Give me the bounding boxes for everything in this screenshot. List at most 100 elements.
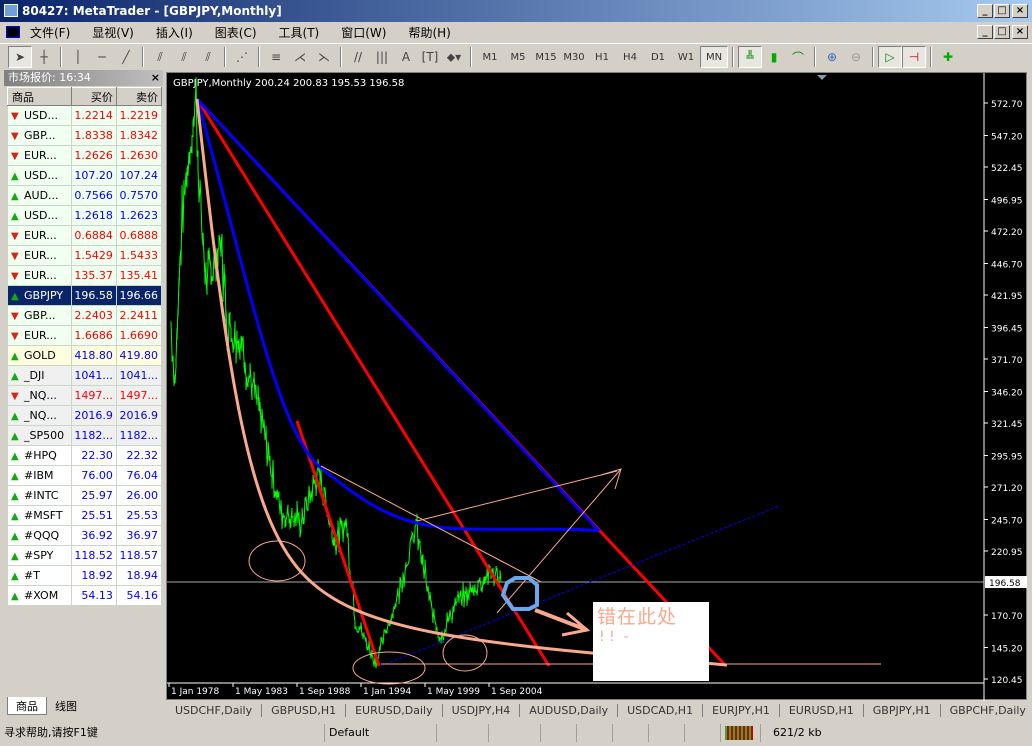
market-watch-row[interactable]: ▲ _DJI 1041... 1041... [7, 365, 163, 386]
market-watch-row[interactable]: ▼ EUR... 1.2626 1.2630 [7, 145, 163, 166]
circle-annotation-1[interactable] [248, 540, 306, 582]
market-watch-row[interactable]: ▲ _NQ... 2016.9 2016.9 [7, 405, 163, 426]
market-watch-row[interactable]: ▲ AUD... 0.7566 0.7570 [7, 185, 163, 206]
mdi-close-button[interactable]: × [1012, 25, 1028, 39]
timeframe-d1[interactable]: D1 [644, 52, 672, 63]
market-watch-row[interactable]: ▲ #QQQ 36.92 36.97 [7, 525, 163, 546]
minimize-button[interactable]: _ [977, 4, 993, 18]
chart-tab[interactable]: EURJPY,H1 [703, 704, 780, 717]
chart-tab[interactable]: GBPJPY,H1 [864, 704, 941, 717]
timeframe-h1[interactable]: H1 [588, 52, 616, 63]
market-watch-row[interactable]: ▲ USD... 107.20 107.24 [7, 165, 163, 186]
zoom-in-icon[interactable]: ⊕ [820, 46, 844, 68]
salmon-line[interactable] [320, 465, 542, 583]
salmon-line-2[interactable] [416, 470, 618, 522]
close-icon[interactable]: × [151, 70, 160, 86]
maximize-button[interactable]: □ [994, 4, 1010, 18]
crosshair-icon[interactable]: ┼ [32, 46, 56, 68]
fibo-arcs-icon[interactable]: ⋋ [312, 46, 336, 68]
red-trendline-1[interactable] [195, 98, 551, 667]
chart-window-icon[interactable] [6, 26, 20, 38]
user-drawings[interactable] [195, 97, 881, 685]
cycle-lines-icon[interactable]: // [346, 46, 370, 68]
stddev-channel-icon[interactable]: ⫽ [196, 46, 220, 68]
market-watch-row[interactable]: ▲ GOLD 418.80 419.80 [7, 345, 163, 366]
market-watch-row[interactable]: ▼ EUR... 135.37 135.41 [7, 265, 163, 286]
chart-tab[interactable]: AUDUSD,Daily [520, 704, 619, 717]
market-watch-row[interactable]: ▼ EUR... 1.5429 1.5433 [7, 245, 163, 266]
circle-annotation-3[interactable] [442, 634, 488, 672]
market-watch-row[interactable]: ▲ _SP500 1182... 1182... [7, 425, 163, 446]
mdi-minimize-button[interactable]: _ [977, 25, 993, 39]
menu-view[interactable]: 显视(V) [92, 24, 134, 41]
vertical-line-icon[interactable]: │ [66, 46, 90, 68]
market-watch-row[interactable]: ▲ #MSFT 25.51 25.53 [7, 505, 163, 526]
bar-chart-icon[interactable]: ╩ [738, 46, 762, 68]
candlestick-icon[interactable]: ▮ [762, 46, 786, 68]
chart-tab[interactable]: EURUSD,Daily [346, 704, 443, 717]
timeframe-m5[interactable]: M5 [504, 52, 532, 63]
salmon-arrow-line[interactable] [496, 468, 622, 614]
market-watch-row[interactable]: ▲ #HPQ 22.30 22.32 [7, 445, 163, 466]
menu-tools[interactable]: 工具(T) [279, 24, 320, 41]
text-tool-icon[interactable]: A [394, 46, 418, 68]
mdi-restore-button[interactable]: □ [994, 25, 1010, 39]
new-order-icon[interactable]: ✚ [936, 46, 960, 68]
market-watch-row[interactable]: ▼ USD... 1.2214 1.2219 [7, 105, 163, 126]
equidistant-channel-icon[interactable]: ⫽ [172, 46, 196, 68]
menu-insert[interactable]: 插入(I) [156, 24, 193, 41]
chart-tab[interactable]: EURUSD,H1 [780, 704, 864, 717]
market-watch-row[interactable]: ▼ GBP... 2.2403 2.2411 [7, 305, 163, 326]
chart-window[interactable]: GBPJPY,Monthly 200.24 200.83 195.53 196.… [166, 72, 1027, 701]
trendline-icon[interactable]: ╱ [114, 46, 138, 68]
channel-icon[interactable]: ⫽ [148, 46, 172, 68]
column-header-ask[interactable]: 卖价 [115, 87, 163, 106]
tab-tick-chart[interactable]: 线图 [47, 697, 85, 715]
tab-symbols[interactable]: 商品 [7, 697, 47, 715]
close-button[interactable]: × [1012, 4, 1028, 18]
blue-circle-highlight[interactable] [500, 576, 539, 611]
chart-shift-marker[interactable] [817, 75, 827, 80]
market-watch-row[interactable]: ▲ #SPY 118.52 118.57 [7, 545, 163, 566]
fibo-timezones-icon[interactable]: ||| [370, 46, 394, 68]
market-watch-row[interactable]: ▲ #IBM 76.00 76.04 [7, 465, 163, 486]
chart-tab[interactable]: USDJPY,H4 [443, 704, 521, 717]
market-watch-row[interactable]: ▲ USD... 1.2618 1.2623 [7, 205, 163, 226]
menu-help[interactable]: 帮助(H) [408, 24, 450, 41]
timeframe-w1[interactable]: W1 [672, 52, 700, 63]
text-label-icon[interactable]: [T] [418, 46, 442, 68]
market-watch-row[interactable]: ▲ GBPJPY 196.58 196.66 [7, 285, 163, 306]
market-watch-row[interactable]: ▲ #INTC 25.97 26.00 [7, 485, 163, 506]
chart-tab[interactable]: GBPUSD,H1 [262, 704, 347, 717]
gann-fan-icon[interactable]: ⋰ [230, 46, 254, 68]
chart-tab[interactable]: GBPCHF,Daily [941, 704, 1032, 717]
timeframe-m1[interactable]: M1 [476, 52, 504, 63]
salmon-pointer-arrow[interactable] [534, 608, 588, 632]
market-watch-row[interactable]: ▲ #T 18.92 18.94 [7, 565, 163, 586]
circle-annotation-2[interactable] [352, 651, 426, 685]
market-watch-row[interactable]: ▼ EUR... 0.6884 0.6888 [7, 225, 163, 246]
market-watch-row[interactable]: ▼ GBP... 1.8338 1.8342 [7, 125, 163, 146]
timeframe-mn[interactable]: MN [700, 46, 728, 68]
chart-shift-icon[interactable]: ⊣ [902, 46, 926, 68]
menu-charts[interactable]: 图表(C) [215, 24, 257, 41]
horizontal-line-icon[interactable]: ─ [90, 46, 114, 68]
line-chart-icon[interactable]: ⌒ [786, 46, 810, 68]
timeframe-h4[interactable]: H4 [616, 52, 644, 63]
market-watch-row[interactable]: ▼ _NQ... 1497... 1497... [7, 385, 163, 406]
fibo-retracement-icon[interactable]: ≡ [264, 46, 288, 68]
timeframe-m15[interactable]: M15 [532, 52, 560, 63]
menu-file[interactable]: 文件(F) [30, 24, 70, 41]
blue-trendline[interactable] [195, 97, 601, 533]
chart-tab[interactable]: USDCHF,Daily [166, 704, 263, 717]
cursor-icon[interactable]: ➤ [8, 46, 32, 68]
fibo-fan-icon[interactable]: ⋌ [288, 46, 312, 68]
arrows-dropdown-icon[interactable]: ⬥▾ [442, 46, 466, 68]
autoscroll-icon[interactable]: ▷ [878, 46, 902, 68]
column-header-bid[interactable]: 买价 [70, 87, 117, 106]
menu-window[interactable]: 窗口(W) [341, 24, 386, 41]
zoom-out-icon[interactable]: ⊖ [844, 46, 868, 68]
column-header-symbol[interactable]: 商品 [7, 87, 72, 106]
market-watch-row[interactable]: ▲ #XOM 54.13 54.16 [7, 585, 163, 606]
market-watch-row[interactable]: ▼ EUR... 1.6686 1.6690 [7, 325, 163, 346]
